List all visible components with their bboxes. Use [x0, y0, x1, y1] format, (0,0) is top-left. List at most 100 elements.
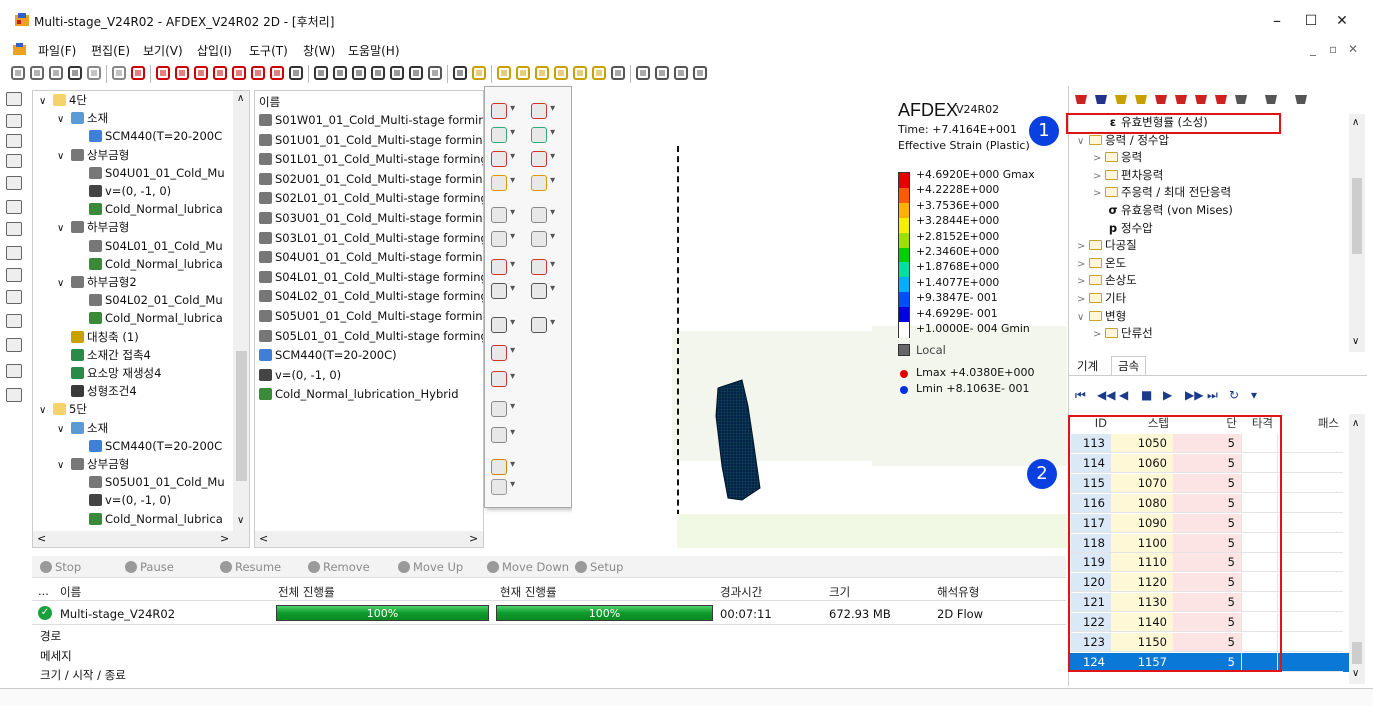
- toolbar-tool-icon[interactable]: [212, 65, 228, 81]
- tree-node[interactable]: S04L02_01_Cold_Mu: [75, 291, 223, 309]
- tree-scroll-thumb[interactable]: [236, 351, 247, 481]
- toolbar-tool-icon[interactable]: [29, 65, 45, 81]
- result-tree-node[interactable]: p 정수압: [1093, 220, 1153, 237]
- grid-cell-empty[interactable]: [1277, 434, 1343, 453]
- list-item[interactable]: S04U01_01_Cold_Multi-stage forming: [259, 248, 483, 266]
- expand-icon[interactable]: >: [1093, 168, 1105, 185]
- stop-button[interactable]: Stop: [40, 560, 81, 574]
- tree-node[interactable]: Cold_Normal_lubrica: [75, 309, 223, 327]
- col-size[interactable]: 크기: [829, 584, 850, 600]
- expand-icon[interactable]: >: [1093, 150, 1105, 167]
- palette-tool-button[interactable]: ▾: [531, 207, 561, 223]
- col-elapsed[interactable]: 경과시간: [720, 584, 762, 600]
- expand-icon[interactable]: >: [1077, 238, 1089, 255]
- palette-tool-button[interactable]: ▾: [491, 103, 521, 119]
- tree-node[interactable]: ∨ 상부금형: [57, 455, 129, 473]
- side-tool-icon[interactable]: [6, 364, 22, 378]
- menu-window[interactable]: 창(W): [303, 42, 335, 59]
- palette-tool-button[interactable]: ▾: [531, 259, 561, 275]
- toolbar-tool-icon[interactable]: [231, 65, 247, 81]
- toolbar-tool-icon[interactable]: [269, 65, 285, 81]
- expand-icon[interactable]: ∨: [57, 148, 71, 166]
- side-tool-icon[interactable]: [6, 176, 22, 190]
- tree-node[interactable]: S04U01_01_Cold_Mu: [75, 164, 225, 182]
- grid-cell-empty[interactable]: [1277, 652, 1343, 672]
- toolbar-tool-icon[interactable]: [174, 65, 190, 81]
- menu-view[interactable]: 보기(V): [143, 42, 183, 59]
- palette-tool-button[interactable]: ▾: [491, 371, 521, 387]
- result-tree-node[interactable]: > 다공질: [1077, 237, 1137, 254]
- side-tool-icon[interactable]: [6, 388, 22, 402]
- scroll-right-icon[interactable]: >: [220, 532, 229, 545]
- toolbar-tool-icon[interactable]: [111, 65, 127, 81]
- expand-icon[interactable]: ∨: [57, 111, 71, 129]
- palette-tool-button[interactable]: ▾: [491, 459, 521, 475]
- expand-icon[interactable]: ∨: [57, 421, 71, 439]
- col-more[interactable]: ...: [38, 584, 49, 598]
- palette-tool-button[interactable]: ▾: [491, 127, 521, 143]
- toolbar-tool-icon[interactable]: [452, 65, 468, 81]
- toolbar-tool-icon[interactable]: [673, 65, 689, 81]
- expand-icon[interactable]: ∨: [57, 220, 71, 238]
- menu-help[interactable]: 도움말(H): [348, 42, 400, 59]
- palette-tool-button[interactable]: ▾: [531, 317, 561, 333]
- toolbar-tool-icon[interactable]: [534, 65, 550, 81]
- palette-tool-button[interactable]: ▾: [491, 479, 521, 495]
- grid-cell-empty[interactable]: [1277, 453, 1343, 473]
- list-item[interactable]: S02L01_01_Cold_Multi-stage forming: [259, 189, 483, 207]
- tree-node[interactable]: Cold_Normal_lubrica: [75, 255, 223, 273]
- grid-cell-empty[interactable]: [1277, 513, 1343, 533]
- side-tool-icon[interactable]: [6, 290, 22, 304]
- side-tool-icon[interactable]: [6, 246, 22, 260]
- toolbar-tool-icon[interactable]: [610, 65, 626, 81]
- scroll-down-icon[interactable]: ∨: [237, 515, 244, 526]
- list-item[interactable]: S01W01_01_Cold_Multi-stage formin: [259, 111, 483, 129]
- menu-tools[interactable]: 도구(T): [249, 42, 288, 59]
- result-tree-node[interactable]: σ 유효응력 (von Mises): [1093, 202, 1233, 219]
- list-item[interactable]: S03L01_01_Cold_Multi-stage forming: [259, 229, 483, 247]
- toolbar-tool-icon[interactable]: [591, 65, 607, 81]
- col-total-progress[interactable]: 전체 진행률: [278, 584, 335, 600]
- tree-node[interactable]: Cold_Normal_lubrica: [75, 200, 223, 218]
- grid-cell-empty[interactable]: [1277, 473, 1343, 493]
- result-tool-icon[interactable]: [1153, 92, 1169, 106]
- list-item[interactable]: S02U01_01_Cold_Multi-stage forming: [259, 170, 483, 188]
- list-item[interactable]: S04L02_01_Cold_Multi-stage forming: [259, 287, 483, 305]
- result-tree-node[interactable]: > 기타: [1077, 290, 1126, 307]
- side-tool-icon[interactable]: [6, 154, 22, 168]
- tree-node[interactable]: ∨ 4단: [39, 91, 87, 109]
- expand-icon[interactable]: >: [1077, 273, 1089, 290]
- palette-tool-button[interactable]: ▾: [491, 283, 521, 299]
- scroll-down-icon[interactable]: ∨: [1352, 668, 1359, 679]
- palette-tool-button[interactable]: ▾: [491, 175, 521, 191]
- close-button[interactable]: ✕: [1322, 8, 1362, 34]
- tree-node[interactable]: v=(0, -1, 0): [75, 491, 171, 509]
- grid-cell-empty[interactable]: [1277, 533, 1343, 553]
- tree-node[interactable]: ∨ 상부금형: [57, 146, 129, 164]
- result-tree-node[interactable]: > 단류선: [1093, 325, 1153, 342]
- scroll-up-icon[interactable]: ∧: [1352, 418, 1359, 429]
- result-tree-node[interactable]: ∨ 응력 / 정수압: [1077, 132, 1169, 149]
- toolbar-tool-icon[interactable]: [515, 65, 531, 81]
- list-item[interactable]: S05U01_01_Cold_Multi-stage forming: [259, 307, 483, 325]
- list-item[interactable]: SCM440(T=20-200C): [259, 346, 397, 364]
- result-tool-icon[interactable]: [1293, 92, 1309, 106]
- toolbar-tool-icon[interactable]: [572, 65, 588, 81]
- expand-icon[interactable]: ∨: [57, 457, 71, 475]
- toolbar-tool-icon[interactable]: [193, 65, 209, 81]
- grid-cell-empty[interactable]: [1277, 593, 1343, 613]
- toolbar-tool-icon[interactable]: [48, 65, 64, 81]
- toolbar-tool-icon[interactable]: [10, 65, 26, 81]
- result-tool-icon[interactable]: [1173, 92, 1189, 106]
- list-item[interactable]: S01L01_01_Cold_Multi-stage forming: [259, 150, 483, 168]
- expand-icon[interactable]: ∨: [39, 402, 53, 420]
- tree-node[interactable]: ∨ 5단: [39, 400, 87, 418]
- toolbar-tool-icon[interactable]: [288, 65, 304, 81]
- palette-tool-button[interactable]: ▾: [531, 283, 561, 299]
- tree-node[interactable]: ∨ 하부금형2: [57, 273, 137, 291]
- tree-hscrollbar[interactable]: < >: [33, 531, 249, 547]
- tree-node[interactable]: 소재간 접촉4: [57, 346, 151, 364]
- tree-node[interactable]: ∨ 소재: [57, 419, 108, 437]
- player-prev-button[interactable]: ◀: [1119, 388, 1128, 402]
- toolbar-tool-icon[interactable]: [471, 65, 487, 81]
